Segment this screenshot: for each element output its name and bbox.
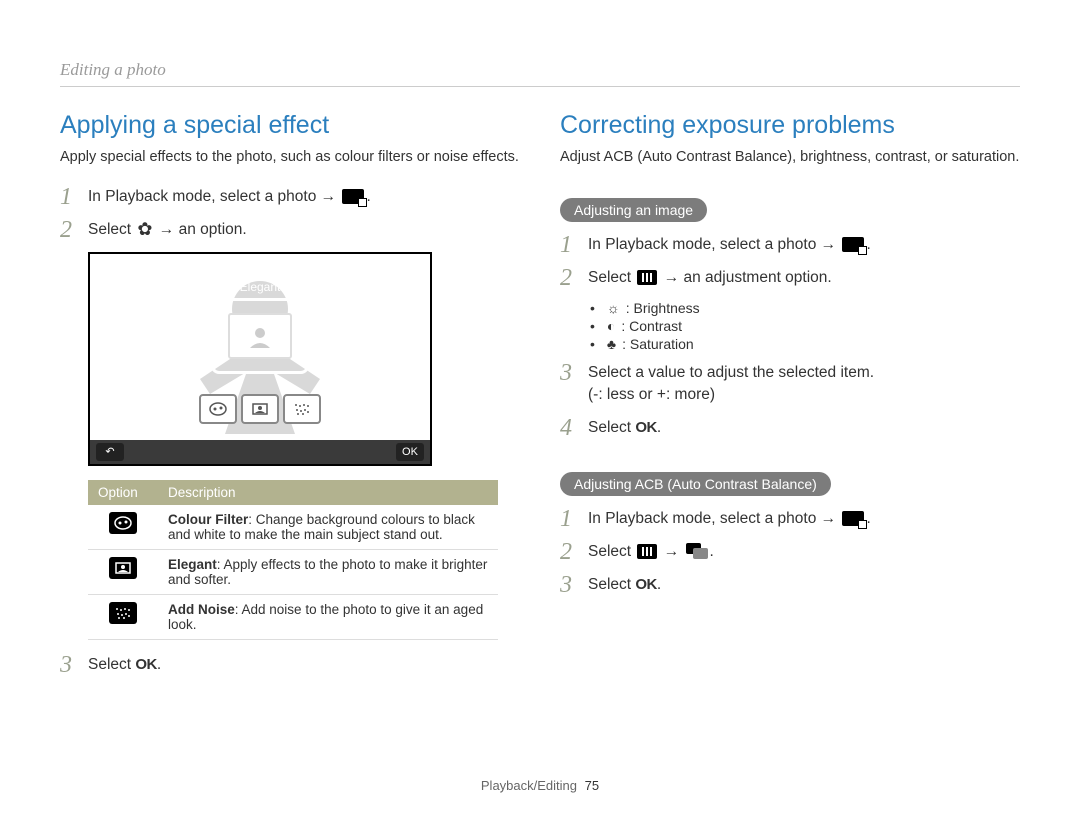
left-step-1: 1 In Playback mode, select a photo → .: [60, 186, 520, 209]
breadcrumb: Editing a photo: [60, 60, 1020, 87]
tab-elegant[interactable]: [241, 394, 279, 424]
adjustment-options: ☼ : Brightness ◐ : Contrast ♣ : Saturation: [590, 300, 1020, 352]
edit-icon: [842, 511, 864, 526]
step-text: Select: [588, 576, 635, 593]
ok-icon: OK: [635, 574, 657, 596]
elegant-icon: [109, 557, 137, 579]
heading-special-effect: Applying a special effect: [60, 111, 520, 140]
adjust-icon: [637, 270, 657, 285]
pill-adjusting-acb: Adjusting ACB (Auto Contrast Balance): [560, 472, 831, 496]
pill-adjusting-image: Adjusting an image: [560, 198, 707, 222]
device-screen: Elegant ↶: [88, 252, 432, 466]
screen-bottom-bar: ↶ OK: [90, 440, 430, 464]
highlight-frame: [211, 298, 309, 374]
opt-label: : Saturation: [622, 336, 694, 352]
right-step-3: 3 Select a value to adjust the selected …: [560, 362, 1020, 407]
acb-step-3: 3 Select OK.: [560, 574, 1020, 597]
step-text: Select: [88, 221, 135, 238]
colour-filter-icon: [109, 512, 137, 534]
right-step-1: 1 In Playback mode, select a photo → .: [560, 234, 1020, 257]
col-left: Applying a special effect Apply special …: [60, 111, 520, 687]
step-number: 2: [560, 540, 588, 564]
table-row: Colour Filter: Change background colours…: [88, 505, 498, 550]
step-text: In Playback mode, select a photo →: [88, 188, 340, 205]
back-button[interactable]: ↶: [96, 443, 124, 461]
list-item: ☼ : Brightness: [590, 300, 1020, 316]
acb-step-1: 1 In Playback mode, select a photo → .: [560, 508, 1020, 531]
step-number: 2: [560, 266, 588, 290]
acb-step-2: 2 Select → .: [560, 541, 1020, 564]
footer-page-number: 75: [585, 778, 599, 793]
step-number: 1: [560, 233, 588, 257]
opt-name: Colour Filter: [168, 512, 248, 527]
step-text: Select: [588, 269, 635, 286]
heading-exposure: Correcting exposure problems: [560, 111, 1020, 140]
step-number: 3: [560, 361, 588, 385]
opt-desc: : Apply effects to the photo to make it …: [168, 557, 487, 587]
right-step-4: 4 Select OK.: [560, 417, 1020, 440]
step-number: 3: [60, 653, 88, 677]
effects-icon: ✿: [137, 220, 152, 238]
list-item: ♣ : Saturation: [590, 336, 1020, 352]
step-number: 1: [60, 185, 88, 209]
step-text: In Playback mode, select a photo →: [588, 510, 840, 527]
page-footer: Playback/Editing 75: [0, 778, 1080, 793]
intro-left: Apply special effects to the photo, such…: [60, 148, 520, 168]
portrait-thumb-icon: [228, 313, 292, 359]
step-number: 1: [560, 507, 588, 531]
list-item: ◐ : Contrast: [590, 318, 1020, 334]
contrast-icon: ◐: [607, 318, 615, 334]
edit-icon: [342, 189, 364, 204]
th-option: Option: [88, 480, 158, 505]
table-row: Add Noise: Add noise to the photo to giv…: [88, 594, 498, 639]
right-step-2: 2 Select → an adjustment option.: [560, 267, 1020, 290]
step-number: 4: [560, 416, 588, 440]
ok-icon: OK: [135, 654, 157, 676]
tab-colour-filter[interactable]: [199, 394, 237, 424]
step-number: 2: [60, 218, 88, 242]
opt-name: Add Noise: [168, 602, 235, 617]
opt-label: : Brightness: [626, 300, 700, 316]
intro-right: Adjust ACB (Auto Contrast Balance), brig…: [560, 148, 1020, 168]
ok-button[interactable]: OK: [396, 443, 424, 461]
step-text: → an adjustment option.: [664, 269, 832, 286]
left-step-3: 3 Select OK.: [60, 654, 520, 677]
step-text: → an option.: [159, 221, 247, 238]
opt-name: Elegant: [168, 557, 217, 572]
table-row: Elegant: Apply effects to the photo to m…: [88, 549, 498, 594]
step-text: Select: [588, 419, 635, 436]
step-text: Select: [88, 656, 135, 673]
effect-tabs: [199, 394, 321, 424]
col-right: Correcting exposure problems Adjust ACB …: [560, 111, 1020, 687]
opt-label: : Contrast: [621, 318, 682, 334]
effect-label: Elegant: [240, 280, 281, 294]
ok-icon: OK: [635, 417, 657, 439]
step-text: In Playback mode, select a photo →: [588, 236, 840, 253]
step-number: 3: [560, 573, 588, 597]
left-step-2: 2 Select ✿ → an option.: [60, 219, 520, 242]
acb-icon: [686, 543, 708, 559]
edit-icon: [842, 237, 864, 252]
add-noise-icon: [109, 602, 137, 624]
adjust-icon: [637, 544, 657, 559]
step-text: (-: less or +: more): [588, 386, 715, 403]
th-description: Description: [158, 480, 498, 505]
options-table: Option Description Colour Filter: Change…: [88, 480, 498, 640]
step-text: Select a value to adjust the selected it…: [588, 364, 874, 381]
footer-section: Playback/Editing: [481, 778, 577, 793]
saturation-icon: ♣: [607, 336, 616, 352]
tab-add-noise[interactable]: [283, 394, 321, 424]
brightness-icon: ☼: [607, 300, 620, 316]
step-text: →: [664, 543, 684, 560]
step-text: Select: [588, 543, 635, 560]
